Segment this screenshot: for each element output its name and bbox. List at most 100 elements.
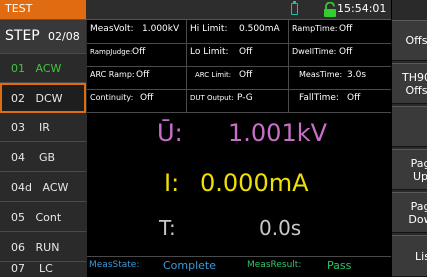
lock-icon xyxy=(324,2,336,17)
voltage-label: Ū: xyxy=(157,119,183,147)
list-softkey[interactable]: Lis xyxy=(392,235,427,277)
clock: 15:54:01 xyxy=(337,2,387,15)
page-down-softkey[interactable]: PagDow xyxy=(392,192,427,233)
dut-output-field[interactable]: DUT Output: P-G xyxy=(187,89,289,112)
step-header: STEP 02/08 xyxy=(0,20,86,54)
fall-time-field[interactable]: FallTime: Off xyxy=(289,89,391,112)
dwell-time-label: DwellTime: xyxy=(292,47,337,56)
step-name: DCW xyxy=(35,92,63,105)
step-item-04d[interactable]: 04d ACW xyxy=(0,172,86,202)
page-up-softkey[interactable]: PagUp xyxy=(392,149,427,190)
softkey-line1: Pag xyxy=(410,199,427,213)
param-row-2: RampJudge: Off Lo Limit: Off DwellTime: … xyxy=(87,43,391,67)
step-list: STEP 02/08 01 ACW 02 DCW 03 IR 04 GB 04d… xyxy=(0,20,87,277)
step-name: LC xyxy=(39,262,53,275)
hi-limit-label: Hi Limit: xyxy=(190,24,228,34)
current-label: I: xyxy=(164,169,180,197)
lo-limit-field[interactable]: Lo Limit: Off xyxy=(187,43,289,66)
step-header-count: 02/08 xyxy=(48,30,80,43)
softkey-line1: Lis xyxy=(415,249,427,263)
arc-limit-field[interactable]: ARC Limit: Off xyxy=(187,66,289,89)
softkey-line2: Dow xyxy=(408,212,427,226)
param-row-3: ARC Ramp: Off ARC Limit: Off MeasTime: 3… xyxy=(87,66,391,90)
meas-volt-field[interactable]: MeasVolt: 1.000kV xyxy=(87,20,187,43)
title-box: TEST xyxy=(0,0,86,19)
step-item-03[interactable]: 03 IR xyxy=(0,112,86,142)
meas-volt-label: MeasVolt: xyxy=(90,24,134,34)
hi-limit-field[interactable]: Hi Limit: 0.500mA xyxy=(187,20,289,43)
softkey-line1: Offs xyxy=(405,34,427,47)
lo-limit-value: Off xyxy=(239,47,253,57)
param-row-4: Continuity: Off DUT Output: P-G FallTime… xyxy=(87,89,391,113)
ramp-time-label: RampTime: xyxy=(292,24,338,33)
blank-softkey[interactable] xyxy=(392,106,427,147)
ramp-judge-field[interactable]: RampJudge: Off xyxy=(87,43,187,66)
step-num: 06 xyxy=(11,241,25,254)
fall-time-value: Off xyxy=(347,93,361,103)
ramp-judge-value: Off xyxy=(132,47,146,57)
step-item-04[interactable]: 04 GB xyxy=(0,142,86,172)
page-title: TEST xyxy=(5,2,33,15)
readings-panel: Ū: 1.001kV I: 0.000mA T: 0.0s xyxy=(87,114,391,254)
arc-ramp-value: Off xyxy=(136,70,150,80)
hi-limit-value: 0.500mA xyxy=(239,24,280,34)
meas-time-value: 3.0s xyxy=(347,70,367,80)
meas-state-label: MeasState: xyxy=(89,260,140,270)
dut-output-value: P-G xyxy=(237,93,253,103)
step-item-06[interactable]: 06 RUN xyxy=(0,232,86,262)
continuity-label: Continuity: xyxy=(90,93,134,102)
softkey-line1: TH90 xyxy=(402,70,427,84)
dwell-time-field[interactable]: DwellTime: Off xyxy=(289,43,391,66)
top-bar: TEST 15:54:01 xyxy=(0,0,391,20)
ramp-time-value: Off xyxy=(339,24,353,34)
dut-output-label: DUT Output: xyxy=(190,94,234,102)
meas-result-label: MeasResult: xyxy=(247,260,302,270)
current-value: 0.000mA xyxy=(200,169,309,197)
ramp-judge-label: RampJudge: xyxy=(90,48,133,56)
dwell-time-value: Off xyxy=(339,47,353,57)
meas-volt-value: 1.000kV xyxy=(142,24,180,34)
step-num: 04d xyxy=(11,181,32,194)
step-name: Cont xyxy=(35,211,62,224)
battery-icon xyxy=(291,1,298,15)
param-row-1: MeasVolt: 1.000kV Hi Limit: 0.500mA Ramp… xyxy=(87,20,391,44)
meas-state-value: Complete xyxy=(163,259,217,272)
step-item-01[interactable]: 01 ACW xyxy=(0,53,86,83)
step-item-02[interactable]: 02 DCW xyxy=(0,83,86,113)
step-name: ACW xyxy=(42,181,69,194)
step-name: IR xyxy=(39,121,50,134)
ramp-time-field[interactable]: RampTime: Off xyxy=(289,20,391,43)
step-name: RUN xyxy=(35,241,60,254)
meas-result-value: Pass xyxy=(327,259,352,272)
arc-limit-label: ARC Limit: xyxy=(195,71,232,79)
step-num: 01 xyxy=(11,62,25,75)
continuity-field[interactable]: Continuity: Off xyxy=(87,89,187,112)
time-value: 0.0s xyxy=(259,216,302,240)
arc-ramp-field[interactable]: ARC Ramp: Off xyxy=(87,66,187,89)
step-num: 02 xyxy=(11,92,25,105)
screen: TEST 15:54:01 STEP 02/08 01 ACW 02 DCW 0… xyxy=(0,0,427,277)
step-name: ACW xyxy=(35,62,62,75)
step-name: GB xyxy=(39,151,56,164)
step-item-05[interactable]: 05 Cont xyxy=(0,202,86,232)
softkey-panel: Offs TH90Offs PagUp PagDow Lis xyxy=(392,0,427,277)
meas-time-label: MeasTime: xyxy=(299,70,343,79)
step-num: 07 xyxy=(11,262,25,275)
step-item-07[interactable]: 07 LC xyxy=(0,262,86,277)
fall-time-label: FallTime: xyxy=(299,93,339,103)
voltage-value: 1.001kV xyxy=(228,119,328,147)
lo-limit-label: Lo Limit: xyxy=(190,47,229,57)
th90-offset-softkey[interactable]: TH90Offs xyxy=(392,63,427,104)
arc-limit-value: Off xyxy=(239,70,253,80)
step-num: 03 xyxy=(11,121,25,134)
parameter-grid: MeasVolt: 1.000kV Hi Limit: 0.500mA Ramp… xyxy=(87,20,391,113)
softkey-line2: Up xyxy=(412,169,427,183)
softkey-line2: Offs xyxy=(405,83,427,97)
softkey-line1: Pag xyxy=(410,156,427,170)
meas-time-field[interactable]: MeasTime: 3.0s xyxy=(289,66,391,89)
step-num: 04 xyxy=(11,151,25,164)
offset-softkey[interactable]: Offs xyxy=(392,20,427,61)
continuity-value: Off xyxy=(140,93,154,103)
status-bar: MeasState: Complete MeasResult: Pass xyxy=(87,256,391,277)
time-label: T: xyxy=(159,216,176,240)
